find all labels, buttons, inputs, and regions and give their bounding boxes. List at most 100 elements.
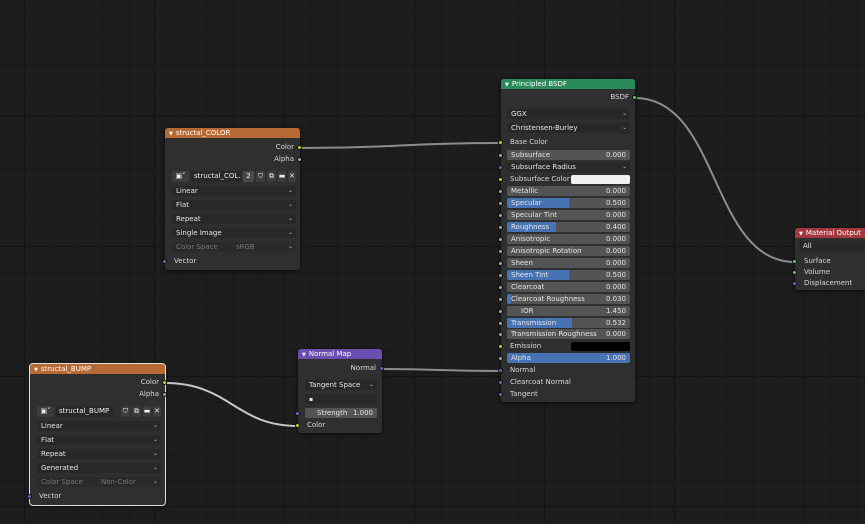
output-color-socket[interactable] (162, 380, 167, 385)
color-space-dropdown[interactable]: Color Space sRGB ⌄ (172, 242, 296, 252)
emission-color-swatch[interactable] (571, 342, 630, 351)
input-subsurface-color-socket[interactable] (498, 177, 503, 182)
image-name-field[interactable]: structal_COL... (191, 171, 241, 182)
material-output-node[interactable]: ▼ Material Output All Surface Volume Disp… (792, 228, 865, 290)
projection-dropdown[interactable]: Flat ⌄ (37, 435, 161, 445)
principled-bsdf-header[interactable]: ▼ Principled BSDF (501, 79, 635, 89)
sheen-socket[interactable] (498, 261, 503, 266)
color-space-dropdown[interactable]: Color Space Non-Color ⌄ (37, 477, 161, 487)
clearcoat-roughness-slider[interactable]: Clearcoat Roughness 0.030 (507, 294, 630, 304)
transmission-roughness-slider[interactable]: Transmission Roughness 0.000 (507, 329, 630, 339)
specular-slider[interactable]: Specular 0.500 (507, 198, 630, 208)
anisotropic-rotation-socket[interactable] (498, 249, 503, 254)
anisotropic-rotation-slider[interactable]: Anisotropic Rotation 0.000 (507, 246, 630, 256)
anisotropic-slider[interactable]: Anisotropic 0.000 (507, 234, 630, 244)
duplicate-image-icon[interactable]: ⧉ (132, 406, 141, 417)
output-normal-socket[interactable] (379, 366, 384, 371)
input-normal-socket[interactable] (498, 368, 503, 373)
color-image-node[interactable]: ▼ structal_COLOR Color Alpha ▣˅ structal_… (162, 128, 302, 270)
subsurface-socket[interactable] (498, 153, 503, 158)
bump-image-node[interactable]: ▼ structal_BUMP Color Alpha ▣˅ structal_B… (27, 363, 167, 506)
sheen-tint-socket[interactable] (498, 273, 503, 278)
output-alpha-socket[interactable] (297, 157, 302, 162)
fake-user-shield-icon[interactable]: ⛉ (256, 171, 265, 182)
principled-bsdf-node[interactable]: ▼ Principled BSDF BSDF GGX ⌄ Christensen-B… (498, 79, 637, 402)
subsurface-method-dropdown[interactable]: Christensen-Burley ⌄ (507, 123, 630, 133)
input-displacement-socket[interactable] (792, 281, 797, 286)
specular-socket[interactable] (498, 201, 503, 206)
transmission-slider[interactable]: Transmission 0.532 (507, 318, 630, 328)
unlink-x-icon[interactable]: ✕ (288, 171, 296, 182)
input-color-socket[interactable] (295, 423, 300, 428)
input-subsurface-radius-socket[interactable] (498, 165, 503, 170)
specular-tint-slider[interactable]: Specular Tint 0.000 (507, 210, 630, 220)
input-vector-socket[interactable] (27, 494, 32, 499)
space-dropdown[interactable]: Tangent Space ⌄ (305, 380, 377, 390)
input-base-color-socket[interactable] (498, 140, 503, 145)
transmission-roughness-socket[interactable] (498, 332, 503, 337)
image-selector[interactable]: ▣˅ structal_BUMP ⛉ ⧉ ▬ ✕ (37, 406, 161, 417)
alpha-slider[interactable]: Alpha 1.000 (507, 353, 630, 363)
extension-dropdown[interactable]: Repeat ⌄ (37, 449, 161, 459)
output-color-socket[interactable] (297, 145, 302, 150)
source-dropdown[interactable]: Single Image ⌄ (172, 228, 296, 238)
input-clearcoat-normal-socket[interactable] (498, 380, 503, 385)
strength-slider[interactable]: Strength 1.000 (305, 408, 377, 418)
input-vector-socket[interactable] (162, 259, 167, 264)
material-output-header[interactable]: ▼ Material Output (795, 228, 865, 238)
normal-map-node[interactable]: ▼ Normal Map Normal Tangent Space ⌄ ▪ Stre… (295, 349, 384, 433)
ior-slider[interactable]: IOR 1.450 (507, 306, 630, 316)
metallic-socket[interactable] (498, 189, 503, 194)
input-strength-socket[interactable] (295, 411, 300, 416)
clearcoat-roughness-socket[interactable] (498, 297, 503, 302)
extension-dropdown[interactable]: Repeat ⌄ (172, 214, 296, 224)
output-bsdf-socket[interactable] (632, 95, 637, 100)
roughness-socket[interactable] (498, 225, 503, 230)
anisotropic-socket[interactable] (498, 237, 503, 242)
collapse-arrow-icon[interactable]: ▼ (799, 231, 803, 237)
bump-image-header[interactable]: ▼ structal_BUMP (30, 364, 165, 374)
collapse-arrow-icon[interactable]: ▼ (505, 82, 509, 88)
target-dropdown[interactable]: All (799, 241, 865, 251)
input-surface-socket[interactable] (792, 259, 797, 264)
sheen-slider[interactable]: Sheen 0.000 (507, 258, 630, 268)
clearcoat-slider[interactable]: Clearcoat 0.000 (507, 282, 630, 292)
image-browse-icon[interactable]: ▣˅ (172, 171, 189, 182)
source-dropdown[interactable]: Generated ⌄ (37, 463, 161, 473)
normal-map-header[interactable]: ▼ Normal Map (298, 349, 382, 359)
output-alpha-socket[interactable] (162, 392, 167, 397)
specular-tint-socket[interactable] (498, 213, 503, 218)
transmission-socket[interactable] (498, 321, 503, 326)
subsurface-radius-dropdown[interactable]: Subsurface Radius ⌄ (507, 162, 630, 172)
image-selector[interactable]: ▣˅ structal_COL... 2 ⛉ ⧉ ▬ ✕ (172, 171, 296, 182)
color-image-header[interactable]: ▼ structal_COLOR (165, 128, 300, 138)
clearcoat-socket[interactable] (498, 285, 503, 290)
fake-user-shield-icon[interactable]: ⛉ (121, 406, 130, 417)
duplicate-image-icon[interactable]: ⧉ (267, 171, 276, 182)
chevron-down-icon: ⌄ (287, 215, 293, 222)
input-volume-socket[interactable] (792, 270, 797, 275)
image-browse-icon[interactable]: ▣˅ (37, 406, 54, 417)
subsurface-color-swatch[interactable] (571, 175, 630, 184)
projection-dropdown[interactable]: Flat ⌄ (172, 200, 296, 210)
input-tangent-socket[interactable] (498, 392, 503, 397)
metallic-slider[interactable]: Metallic 0.000 (507, 186, 630, 196)
collapse-arrow-icon[interactable]: ▼ (302, 352, 306, 358)
interpolation-dropdown[interactable]: Linear ⌄ (172, 186, 296, 196)
collapse-arrow-icon[interactable]: ▼ (34, 367, 38, 373)
interpolation-dropdown[interactable]: Linear ⌄ (37, 421, 161, 431)
distribution-dropdown[interactable]: GGX ⌄ (507, 109, 630, 119)
collapse-arrow-icon[interactable]: ▼ (169, 131, 173, 137)
open-folder-icon[interactable]: ▬ (143, 406, 151, 417)
image-name-field[interactable]: structal_BUMP (56, 406, 114, 417)
open-folder-icon[interactable]: ▬ (278, 171, 286, 182)
ior-socket[interactable] (498, 309, 503, 314)
roughness-slider[interactable]: Roughness 0.400 (507, 222, 630, 232)
subsurface-slider[interactable]: Subsurface 0.000 (507, 150, 630, 160)
input-emission-socket[interactable] (498, 344, 503, 349)
uv-map-field[interactable]: ▪ (305, 394, 377, 404)
input-alpha-socket[interactable] (498, 356, 503, 361)
image-users-count[interactable]: 2 (243, 171, 254, 182)
sheen-tint-slider[interactable]: Sheen Tint 0.500 (507, 270, 630, 280)
unlink-x-icon[interactable]: ✕ (153, 406, 161, 417)
